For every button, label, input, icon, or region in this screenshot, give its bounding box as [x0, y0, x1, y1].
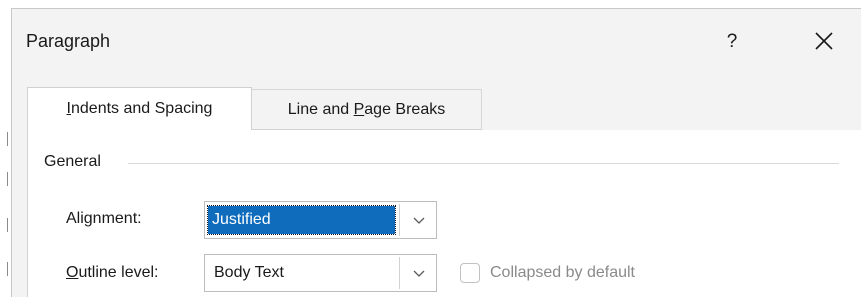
outline-level-select[interactable]: Body Text	[204, 254, 437, 292]
alignment-value: Justified	[207, 205, 396, 235]
outline-level-dropdown-button[interactable]	[401, 255, 436, 291]
edge-mark	[7, 262, 8, 276]
edge-mark	[7, 218, 8, 232]
outline-level-label: Outline level:	[66, 264, 159, 281]
indents-and-spacing-panel: General Alignment: Justified Outline lev…	[27, 130, 861, 297]
chevron-down-icon	[413, 217, 424, 224]
alignment-select[interactable]: Justified	[204, 201, 437, 239]
chevron-down-icon	[413, 270, 424, 277]
close-icon	[815, 32, 833, 50]
collapsed-by-default-label: Collapsed by default	[490, 264, 635, 281]
paragraph-dialog: Paragraph ? Indents and Spacing Line and…	[11, 8, 861, 297]
select-divider	[399, 257, 400, 289]
title-bar[interactable]: Paragraph ?	[12, 9, 861, 75]
tab-line-and-page-breaks[interactable]: Line and Page Breaks	[252, 89, 482, 130]
group-divider	[128, 163, 839, 164]
help-icon: ?	[726, 31, 738, 52]
edge-mark	[7, 132, 8, 146]
select-divider	[399, 204, 400, 236]
background-window-edge	[0, 0, 11, 296]
tab-label: Indents and Spacing	[66, 100, 213, 117]
alignment-label: Alignment:	[66, 210, 142, 227]
help-button[interactable]: ?	[714, 25, 750, 59]
tab-strip: Indents and Spacing Line and Page Breaks	[12, 75, 861, 130]
outline-level-value: Body Text	[214, 264, 284, 281]
collapsed-by-default-option[interactable]: Collapsed by default	[460, 261, 635, 285]
close-button[interactable]	[804, 23, 844, 59]
tab-indents-and-spacing[interactable]: Indents and Spacing	[27, 87, 252, 130]
dialog-title: Paragraph	[26, 31, 111, 51]
tab-label: Line and Page Breaks	[287, 100, 446, 118]
general-group-title: General	[44, 153, 109, 171]
collapsed-by-default-checkbox[interactable]	[460, 263, 480, 283]
alignment-dropdown-button[interactable]	[401, 202, 436, 238]
edge-mark	[7, 172, 8, 186]
